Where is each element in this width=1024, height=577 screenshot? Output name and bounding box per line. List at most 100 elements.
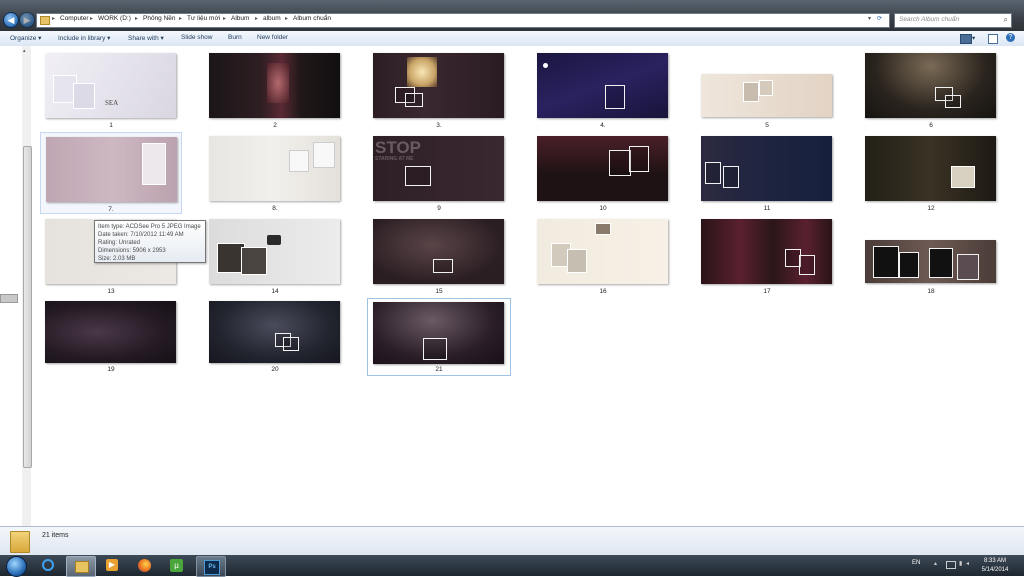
photo-frame [873, 246, 899, 278]
thumbnail-12 [865, 136, 996, 201]
search-input[interactable]: Search Album chuẩn ⌕ [894, 13, 1012, 28]
file-name: 6 [929, 122, 933, 129]
tooltip-dimensions: Dimensions: 5906 x 2953 [98, 248, 166, 254]
organize-button[interactable]: Organize ▾ [10, 34, 41, 42]
refresh-icon[interactable]: ⟳ [877, 15, 882, 22]
chevron-down-icon[interactable]: ▾ [868, 15, 871, 22]
breadcrumb-phong-nen[interactable]: Phông Nền [143, 15, 176, 22]
volume-icon[interactable]: ◂ [966, 560, 969, 567]
photo-frame [567, 249, 587, 273]
list-item[interactable]: SEA 1 [44, 52, 178, 134]
file-name: 8. [272, 205, 278, 212]
new-folder-button[interactable]: New folder [257, 34, 288, 41]
burn-button[interactable]: Burn [228, 34, 242, 41]
list-item[interactable]: 19 [44, 300, 178, 382]
list-item[interactable]: 20 [208, 300, 342, 382]
list-item[interactable]: 3. [372, 52, 506, 134]
show-hidden-icons-icon[interactable]: ▴ [934, 560, 937, 567]
list-item[interactable]: 8. [208, 135, 342, 217]
file-name: 3. [436, 122, 442, 129]
photo-frame [73, 83, 95, 109]
utorrent-icon[interactable]: µ [162, 556, 190, 575]
list-item-selected[interactable]: 7. [40, 132, 182, 214]
file-name: 2 [273, 122, 277, 129]
window-light [407, 57, 437, 87]
internet-explorer-icon[interactable] [34, 556, 62, 575]
language-indicator[interactable]: EN [912, 560, 920, 566]
camera-icon [267, 235, 281, 245]
thumbnail-6 [865, 53, 996, 118]
preview-pane-icon[interactable] [988, 34, 998, 44]
windows-explorer-icon[interactable] [66, 556, 96, 577]
list-item[interactable]: 5 [700, 74, 834, 134]
list-item[interactable]: STOP STARING AT ME 9 [372, 135, 506, 217]
search-icon[interactable]: ⌕ [1004, 15, 1008, 25]
photo-frame [605, 85, 625, 109]
list-item[interactable]: 17 [700, 218, 834, 300]
back-button[interactable]: ◀ [3, 12, 19, 28]
list-item-focused[interactable]: 21 [367, 298, 511, 376]
breadcrumb-album[interactable]: Album [231, 15, 249, 22]
chevron-right-icon: ▸ [285, 16, 289, 22]
include-in-library-button[interactable]: Include in library ▾ [58, 34, 110, 42]
file-name: 17 [763, 288, 771, 295]
flag-icon[interactable] [946, 561, 956, 569]
list-item[interactable]: 18 [864, 240, 998, 300]
tooltip-size: Size: 2.03 MB [98, 256, 136, 262]
command-bar: Organize ▾ Include in library ▾ Share wi… [0, 31, 1024, 47]
photo-frame [313, 142, 335, 168]
tooltip-rating: Rating: Unrated [98, 240, 141, 246]
breadcrumb-album-chuan[interactable]: Album chuẩn [293, 15, 331, 22]
list-item[interactable]: 4. [536, 52, 670, 134]
media-player-icon[interactable]: ▶ [98, 556, 126, 575]
file-list: SEA 1 2 3. 4. 5 6 7. 8. STOP STARING AT … [36, 46, 1024, 526]
tooltip-date-taken: Date taken: 7/10/2012 11:49 AM [98, 232, 184, 238]
list-item[interactable]: 12 [864, 135, 998, 217]
thumbnail-7 [46, 137, 177, 202]
chevron-right-icon: ▸ [179, 16, 183, 22]
thumbnail-2 [209, 53, 340, 118]
list-item[interactable]: 14 [208, 218, 342, 300]
list-item[interactable]: 15 [372, 218, 506, 300]
slide-show-button[interactable]: Slide show [181, 34, 212, 41]
list-item[interactable]: 2 [208, 52, 342, 134]
change-view-icon[interactable] [960, 34, 972, 44]
breadcrumb-album-lower[interactable]: album [263, 15, 281, 22]
scroll-up-icon[interactable]: ▴ [23, 48, 26, 54]
tooltip-item-type: Item type: ACDSee Pro 5 JPEG Image [98, 224, 201, 230]
list-item[interactable]: 11 [700, 135, 834, 217]
thumbnail-19 [45, 301, 176, 363]
list-item[interactable]: 10 [536, 135, 670, 217]
thumbnail-10 [537, 136, 668, 201]
photo-frame [743, 82, 759, 102]
chevron-down-icon[interactable]: ▾ [972, 34, 975, 42]
photo-frame [951, 166, 975, 188]
pane-splitter[interactable] [0, 294, 18, 303]
file-name: 4. [600, 122, 606, 129]
thumbnail-5 [701, 74, 832, 117]
clock[interactable]: 8:33 AM 5/14/2014 [972, 557, 1018, 575]
photo-frame [423, 338, 447, 360]
chevron-right-icon: ▸ [255, 16, 259, 22]
file-name: 16 [599, 288, 607, 295]
breadcrumb-computer[interactable]: Computer [60, 15, 89, 22]
forward-button[interactable]: ▶ [19, 12, 35, 28]
navigation-scrollbar[interactable]: ▴ [22, 46, 32, 526]
help-icon[interactable]: ? [1006, 33, 1015, 42]
thumbnail-15 [373, 219, 504, 284]
breadcrumb-work[interactable]: WORK (D:) [98, 15, 131, 22]
address-bar[interactable]: ▸ Computer ▸ WORK (D:) ▸ Phông Nền ▸ Tư … [36, 13, 890, 28]
list-item[interactable]: 16 [536, 218, 670, 300]
share-with-button[interactable]: Share with ▾ [128, 34, 164, 42]
breadcrumb-tu-lieu-moi[interactable]: Tư liệu mới [187, 15, 220, 22]
file-tooltip: Item type: ACDSee Pro 5 JPEG Image Date … [94, 220, 206, 263]
scroll-thumb[interactable] [23, 146, 32, 468]
list-item[interactable]: 6 [864, 52, 998, 134]
network-icon[interactable]: ▮ [959, 560, 962, 567]
start-button[interactable] [6, 556, 27, 577]
chevron-right-icon: ▸ [90, 16, 94, 22]
photo-frame [405, 93, 423, 107]
file-name: 18 [927, 288, 935, 295]
firefox-icon[interactable] [130, 556, 158, 575]
photoshop-icon[interactable]: Ps [196, 556, 226, 577]
